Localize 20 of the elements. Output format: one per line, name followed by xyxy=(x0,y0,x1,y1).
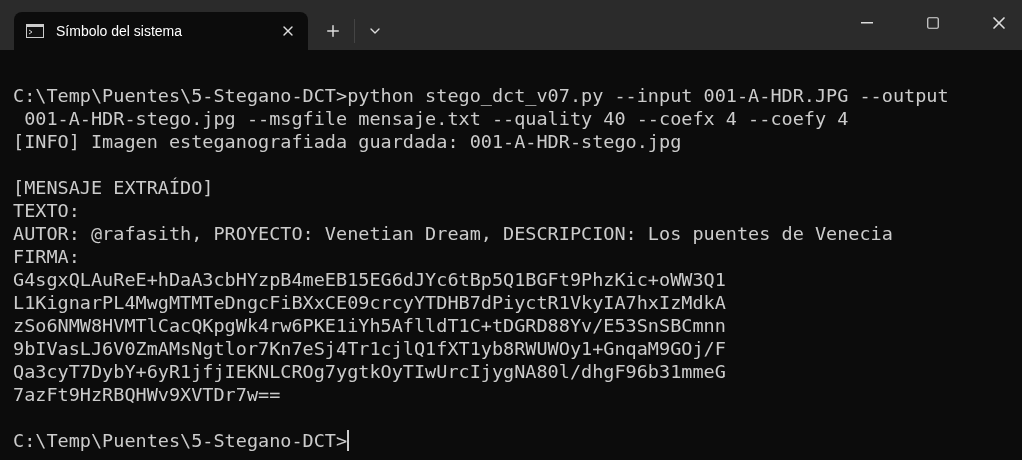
terminal-line: [INFO] Imagen esteganografiada guardada: 001-A-HDR-stego.jpg xyxy=(13,130,682,153)
terminal-line: C:\Temp\Puentes\5-Stegano-DCT> xyxy=(13,429,348,452)
terminal-line: TEXTO: xyxy=(13,199,80,222)
terminal-tab[interactable]: Símbolo del sistema xyxy=(14,12,308,50)
terminal-line: L1KignarPL4MwgMTMTeDngcFiBXxCE09crcyYTDHB7dPiyctR1VkyIA7hxIzMdkA xyxy=(13,291,726,314)
terminal-line: 001-A-HDR-stego.jpg --msgfile mensaje.txt --quality 40 --coefx 4 --coefy 4 xyxy=(23,107,849,130)
terminal-line: [MENSAJE EXTRAÍDO] xyxy=(13,176,214,199)
minimize-icon xyxy=(861,22,873,24)
terminal-line: AUTOR: @rafasith, PROYECTO: Venetian Dream, DESCRIPCION: Los puentes de Venecia xyxy=(13,222,893,245)
terminal-line: zSo6NMW8HVMTlCacQKpgWk4rw6PKE1iYh5AflldT1C+tDGRD88Yv/E53SnSBCmnn xyxy=(13,314,726,337)
terminal-line: 7azFt9HzRBQHWv9XVTDr7w== xyxy=(13,383,281,406)
terminal-line: G4sgxQLAuReE+hDaA3cbHYzpB4meEB15EG6dJYc6tBp5Q1BGFt9PhzKic+oWW3Q1 xyxy=(13,268,726,291)
tab-title: Símbolo del sistema xyxy=(56,21,184,41)
terminal-line: FIRMA: xyxy=(13,245,80,268)
terminal-line: 9bIVasLJ6V0ZmAMsNgtlor7Kn7eSj4Tr1cjlQ1fXT1yb8RWUWOy1+GnqaM9GOj/F xyxy=(13,337,726,360)
terminal-line: C:\Temp\Puentes\5-Stegano-DCT>python stego_dct_v07.py --input 001-A-HDR.JPG --output xyxy=(13,84,949,107)
terminal-line: Qa3cyT7DybY+6yR1jfjIEKNLCROg7ygtkOyTIwUrcIjygNA80l/dhgF96b31mmeG xyxy=(13,360,726,383)
maximize-icon xyxy=(926,16,940,30)
plus-icon xyxy=(324,22,342,40)
terminal-icon xyxy=(26,24,44,38)
